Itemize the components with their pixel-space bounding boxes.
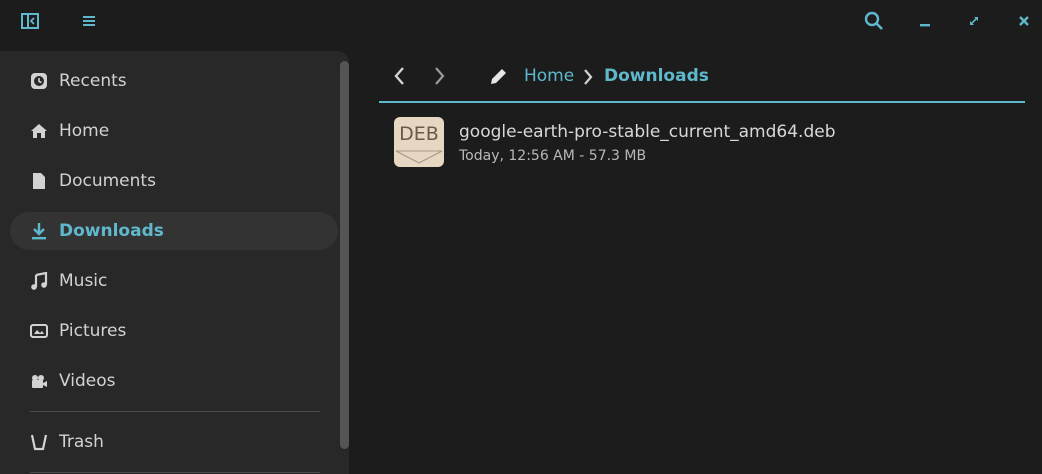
document-icon <box>30 172 48 190</box>
sidebar-item-documents[interactable]: Documents <box>10 162 338 200</box>
sidebar-item-label: Documents <box>59 171 156 191</box>
breadcrumb-home[interactable]: Home <box>524 66 574 86</box>
chevron-left-icon <box>394 67 404 85</box>
sidebar-item-label: Videos <box>59 371 116 391</box>
sidebar-item-recents[interactable]: Recents <box>10 62 338 100</box>
file-name: google-earth-pro-stable_current_amd64.de… <box>459 122 836 142</box>
sidebar-item-videos[interactable]: Videos <box>10 362 338 400</box>
back-button[interactable] <box>390 66 410 86</box>
pencil-icon <box>491 69 506 84</box>
title-bar <box>0 0 1042 42</box>
sidebar-scrollbar[interactable] <box>340 61 349 449</box>
sidebar-item-label: Pictures <box>59 321 127 341</box>
sidebar-item-downloads[interactable]: Downloads <box>10 212 338 250</box>
sidebar-divider <box>30 472 320 473</box>
forward-button[interactable] <box>429 66 449 86</box>
sidebar-item-music[interactable]: Music <box>10 262 338 300</box>
sidebar-item-label: Downloads <box>59 221 164 241</box>
sidebar-divider <box>30 411 320 412</box>
file-manager-window: Recents Home Documents Downloads Music P… <box>0 0 1042 474</box>
minimize-icon[interactable] <box>913 9 937 33</box>
search-icon[interactable] <box>862 9 886 33</box>
clock-icon <box>30 72 48 90</box>
download-icon <box>30 222 48 240</box>
file-meta: Today, 12:56 AM - 57.3 MB <box>459 148 647 164</box>
hamburger-menu-icon[interactable] <box>77 9 101 33</box>
sidebar-item-label: Recents <box>59 71 127 91</box>
edit-path-button[interactable] <box>489 66 509 86</box>
path-bar-underline <box>379 101 1025 103</box>
sidebar-item-label: Trash <box>59 432 104 452</box>
close-icon[interactable] <box>1012 9 1036 33</box>
trash-icon <box>30 433 48 451</box>
music-icon <box>30 272 48 290</box>
video-icon <box>30 372 48 390</box>
breadcrumb-current[interactable]: Downloads <box>604 66 709 86</box>
chevron-right-icon <box>435 67 445 85</box>
picture-icon <box>30 322 48 340</box>
sidebar-item-label: Music <box>59 271 108 291</box>
deb-file-icon: DEB <box>394 117 444 167</box>
sidebar-item-label: Home <box>59 121 110 141</box>
file-item[interactable]: DEB google-earth-pro-stable_current_amd6… <box>392 114 1022 170</box>
sidebar-toggle-icon[interactable] <box>18 9 42 33</box>
home-icon <box>30 122 48 140</box>
chevron-right-icon <box>580 67 596 87</box>
sidebar: Recents Home Documents Downloads Music P… <box>0 51 349 474</box>
sidebar-item-trash[interactable]: Trash <box>10 423 338 461</box>
sidebar-item-pictures[interactable]: Pictures <box>10 312 338 350</box>
sidebar-item-home[interactable]: Home <box>10 112 338 150</box>
maximize-icon[interactable] <box>962 9 986 33</box>
